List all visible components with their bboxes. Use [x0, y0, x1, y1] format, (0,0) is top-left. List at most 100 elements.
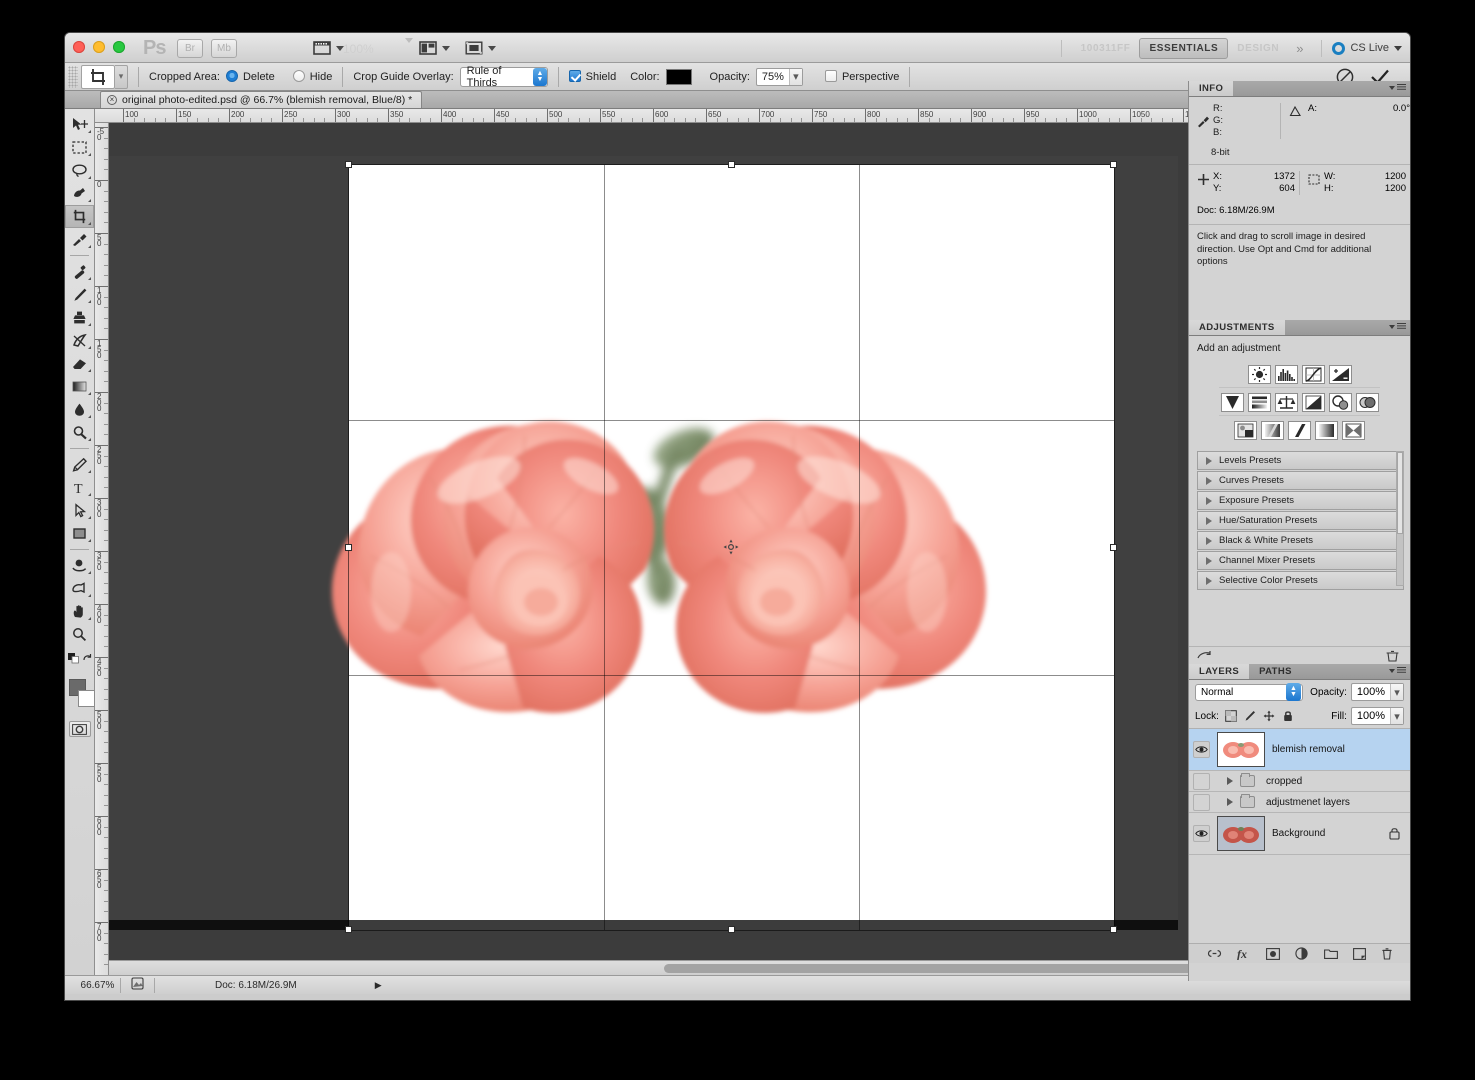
- path-selection-tool[interactable]: [65, 499, 94, 522]
- workspace-essentials-button[interactable]: ESSENTIALS: [1139, 37, 1229, 59]
- quick-mask-toggle[interactable]: [68, 721, 91, 737]
- preset-black-white[interactable]: Black & White Presets: [1197, 531, 1404, 550]
- delete-layer-icon[interactable]: [1381, 947, 1393, 960]
- crop-handle-top-left[interactable]: [345, 161, 352, 168]
- workspace-ghost-left[interactable]: 100311FF: [1072, 39, 1140, 58]
- crop-rotation-center-icon[interactable]: [723, 539, 739, 555]
- chevron-down-icon[interactable]: ▾: [788, 68, 802, 85]
- layer-visibility-toggle[interactable]: [1193, 825, 1210, 842]
- perspective-checkbox[interactable]: Perspective: [824, 70, 899, 83]
- tab-paths[interactable]: PATHS: [1249, 664, 1302, 679]
- preset-curves[interactable]: Curves Presets: [1197, 471, 1404, 490]
- layer-visibility-toggle[interactable]: [1193, 772, 1210, 790]
- preset-selective-color[interactable]: Selective Color Presets: [1197, 571, 1404, 590]
- 3d-orbit-tool[interactable]: [65, 577, 94, 600]
- zoom-dropdown[interactable]: [405, 38, 413, 43]
- brightness-contrast-icon[interactable]: [1247, 365, 1271, 384]
- new-group-icon[interactable]: [1323, 948, 1338, 959]
- chevron-down-icon[interactable]: ▾: [1390, 684, 1403, 700]
- layer-name[interactable]: cropped: [1266, 776, 1302, 787]
- layer-row-background[interactable]: Background: [1189, 813, 1410, 855]
- crop-handle-top-center[interactable]: [728, 161, 735, 168]
- link-layers-icon[interactable]: [1207, 949, 1222, 958]
- selective-color-icon[interactable]: [1342, 421, 1365, 440]
- layer-thumbnail[interactable]: [1217, 732, 1265, 767]
- disclosure-triangle-icon[interactable]: [1227, 777, 1233, 785]
- hue-saturation-icon[interactable]: [1247, 393, 1271, 412]
- 3d-rotate-tool[interactable]: [65, 554, 94, 577]
- threshold-icon[interactable]: [1288, 421, 1311, 440]
- tab-layers[interactable]: LAYERS: [1189, 664, 1250, 679]
- close-icon[interactable]: ×: [107, 95, 117, 105]
- layer-visibility-toggle[interactable]: [1193, 741, 1210, 758]
- status-zoom-level[interactable]: 66.67%: [65, 980, 120, 991]
- preset-hue-saturation[interactable]: Hue/Saturation Presets: [1197, 511, 1404, 530]
- screen-mode-button[interactable]: [417, 38, 450, 58]
- vibrance-icon[interactable]: [1220, 393, 1244, 412]
- preset-channel-mixer[interactable]: Channel Mixer Presets: [1197, 551, 1404, 570]
- preset-exposure[interactable]: Exposure Presets: [1197, 491, 1404, 510]
- lock-all-icon[interactable]: [1282, 710, 1294, 722]
- return-to-adjustment-list-icon[interactable]: [1197, 650, 1212, 662]
- background-color-swatch[interactable]: [78, 690, 95, 707]
- layer-mask-icon[interactable]: [1265, 947, 1280, 960]
- layer-thumbnail[interactable]: [1217, 816, 1265, 851]
- blend-mode-select[interactable]: Normal ▲ ▼: [1195, 683, 1303, 701]
- workspace-more-button[interactable]: »: [1288, 41, 1311, 56]
- shield-color-swatch[interactable]: [665, 68, 692, 85]
- lock-buttons[interactable]: [1225, 710, 1294, 722]
- tool-preset-dropdown[interactable]: ▾: [115, 64, 128, 89]
- minimize-window-button[interactable]: [93, 41, 105, 53]
- marquee-tool[interactable]: [65, 136, 94, 159]
- document-tab[interactable]: × original photo-edited.psd @ 66.7% (ble…: [100, 91, 423, 108]
- layer-name[interactable]: Background: [1272, 828, 1325, 839]
- workspace-design-button[interactable]: DESIGN: [1228, 39, 1288, 58]
- launch-bridge-button[interactable]: Br: [177, 39, 203, 58]
- pen-tool[interactable]: [65, 453, 94, 476]
- eyedropper-tool[interactable]: [65, 228, 94, 251]
- eraser-tool[interactable]: [65, 352, 94, 375]
- levels-icon[interactable]: [1274, 365, 1298, 384]
- lock-image-icon[interactable]: [1244, 710, 1256, 722]
- window-controls[interactable]: [73, 41, 125, 53]
- shield-opacity-field[interactable]: 75% ▾: [755, 67, 803, 86]
- document-canvas[interactable]: [109, 156, 1178, 933]
- layer-row-blemish-removal[interactable]: blemish removal: [1189, 729, 1410, 771]
- preset-levels[interactable]: Levels Presets: [1197, 451, 1404, 470]
- adjustment-presets-list[interactable]: Levels Presets Curves Presets Exposure P…: [1189, 447, 1410, 590]
- layer-fill-field[interactable]: 100% ▾: [1350, 707, 1404, 725]
- presets-scroll-thumb[interactable]: [1397, 452, 1403, 535]
- layer-style-icon[interactable]: fx: [1237, 947, 1251, 960]
- brush-tool[interactable]: [65, 283, 94, 306]
- close-window-button[interactable]: [73, 41, 85, 53]
- healing-brush-tool[interactable]: [65, 260, 94, 283]
- view-extras-button[interactable]: [311, 38, 344, 58]
- photo-filter-icon[interactable]: [1328, 393, 1352, 412]
- exposure-icon[interactable]: [1328, 365, 1352, 384]
- gradient-map-icon[interactable]: [1315, 421, 1338, 440]
- crop-handle-bottom-left[interactable]: [345, 926, 352, 933]
- crop-tool[interactable]: [65, 205, 94, 228]
- curves-icon[interactable]: [1301, 365, 1325, 384]
- lasso-tool[interactable]: [65, 159, 94, 182]
- layer-name[interactable]: blemish removal: [1272, 744, 1345, 755]
- shield-checkbox[interactable]: Shield: [568, 70, 616, 83]
- black-white-icon[interactable]: [1301, 393, 1325, 412]
- invert-icon[interactable]: [1234, 421, 1257, 440]
- crop-handle-bottom-right[interactable]: [1110, 926, 1117, 933]
- vertical-ruler[interactable]: -50 0 50 100 150 200 250 300 350 400 450 500 550 600 6…: [95, 123, 109, 975]
- tab-info[interactable]: INFO: [1189, 81, 1234, 96]
- quick-selection-tool[interactable]: [65, 182, 94, 205]
- lock-position-icon[interactable]: [1263, 710, 1275, 722]
- foreground-background-colors[interactable]: [65, 675, 95, 717]
- zoom-level-field[interactable]: 100%: [343, 42, 374, 56]
- info-panel-menu-button[interactable]: [1389, 84, 1406, 91]
- workspace-switcher[interactable]: 100311FF ESSENTIALS DESIGN » CS Live: [1051, 37, 1402, 59]
- layer-group-adjustment-layers[interactable]: adjustmenet layers: [1189, 792, 1410, 813]
- clone-stamp-tool[interactable]: [65, 306, 94, 329]
- chevron-down-icon[interactable]: ▾: [1390, 708, 1403, 724]
- gradient-tool[interactable]: [65, 375, 94, 398]
- crop-handle-middle-right[interactable]: [1110, 544, 1117, 551]
- disclosure-triangle-icon[interactable]: [1227, 798, 1233, 806]
- new-fill-adjustment-icon[interactable]: [1294, 947, 1309, 960]
